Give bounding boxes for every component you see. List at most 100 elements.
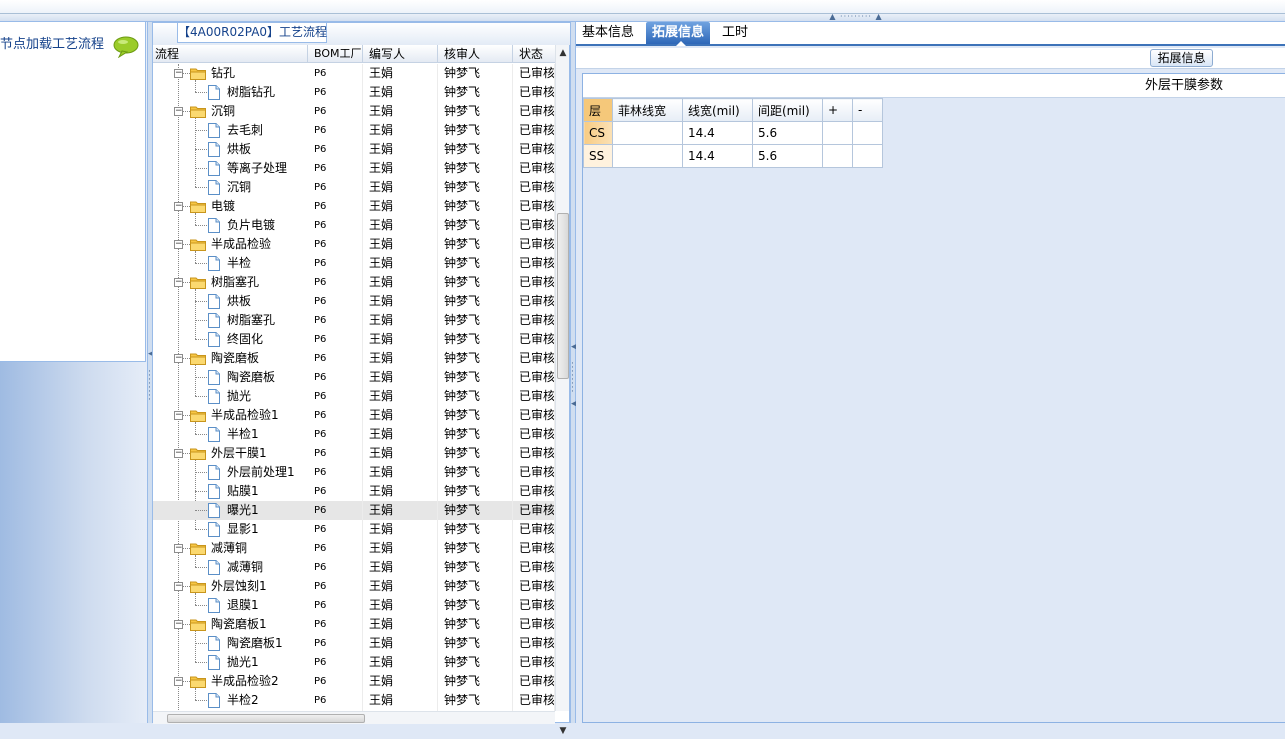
tree-node-cell[interactable]: 半检 <box>153 254 308 273</box>
tree-row[interactable]: 沉铜 P6 王娟 钟梦飞 已审核 <box>153 178 555 197</box>
param-cell-line-width[interactable]: 14.4 <box>682 144 753 168</box>
extended-info-button[interactable]: 拓展信息 <box>1150 49 1213 67</box>
tree-row[interactable]: 退膜1 P6 王娟 钟梦飞 已审核 <box>153 596 555 615</box>
param-header-layer[interactable]: 层 <box>583 98 613 122</box>
param-cell-minus[interactable] <box>852 144 883 168</box>
tree-node-cell[interactable]: 半检1 <box>153 425 308 444</box>
tree-row[interactable]: 外层前处理1 P6 王娟 钟梦飞 已审核 <box>153 463 555 482</box>
tree-node-cell[interactable]: − 半成品检验 <box>153 235 308 254</box>
param-cell-film[interactable] <box>612 121 683 145</box>
tree-row[interactable]: − 电镀 P6 王娟 钟梦飞 已审核 <box>153 197 555 216</box>
tree-node-cell[interactable]: − 电镀 <box>153 197 308 216</box>
collapse-toggle-icon[interactable]: − <box>174 107 183 116</box>
collapse-toggle-icon[interactable]: − <box>174 69 183 78</box>
tree-row[interactable]: 烘板 P6 王娟 钟梦飞 已审核 <box>153 292 555 311</box>
tree-node-cell[interactable]: 半检2 <box>153 691 308 710</box>
param-header-plus[interactable]: + <box>822 98 853 122</box>
collapse-toggle-icon[interactable]: − <box>174 278 183 287</box>
splitter-b-arrow2-icon[interactable]: ◀ <box>571 400 578 409</box>
collapse-toggle-icon[interactable]: − <box>174 202 183 211</box>
tree-row[interactable]: − 沉铜 P6 王娟 钟梦飞 已审核 <box>153 102 555 121</box>
tree-row[interactable]: 半检1 P6 王娟 钟梦飞 已审核 <box>153 425 555 444</box>
tree-node-cell[interactable]: 负片电镀 <box>153 216 308 235</box>
tree-row[interactable]: 半检2 P6 王娟 钟梦飞 已审核 <box>153 691 555 710</box>
param-row-cs[interactable]: CS 14.4 5.6 <box>583 121 883 145</box>
column-header-bom[interactable]: BOM工厂 <box>308 45 363 63</box>
tree-node-cell[interactable]: − 陶瓷磨板1 <box>153 615 308 634</box>
param-cell-plus[interactable] <box>822 144 853 168</box>
splitter-b-arrow-icon[interactable]: ◀ <box>571 343 578 352</box>
tree-node-cell[interactable]: 终固化 <box>153 330 308 349</box>
tree-row[interactable]: 负片电镀 P6 王娟 钟梦飞 已审核 <box>153 216 555 235</box>
tree-node-cell[interactable]: − 外层蚀刻1 <box>153 577 308 596</box>
tree-row[interactable]: 半检 P6 王娟 钟梦飞 已审核 <box>153 254 555 273</box>
tree-row[interactable]: − 钻孔 P6 王娟 钟梦飞 已审核 <box>153 64 555 83</box>
speech-bubble-icon[interactable] <box>113 36 139 58</box>
tree-node-cell[interactable]: 退膜1 <box>153 596 308 615</box>
column-header-reviewer[interactable]: 核审人 <box>438 45 513 63</box>
param-cell-plus[interactable] <box>822 121 853 145</box>
tree-row[interactable]: 抛光 P6 王娟 钟梦飞 已审核 <box>153 387 555 406</box>
collapse-toggle-icon[interactable]: − <box>174 582 183 591</box>
tree-node-cell[interactable]: 等离子处理 <box>153 159 308 178</box>
param-header-line-width[interactable]: 线宽(mil) <box>682 98 753 122</box>
tree-node-cell[interactable]: 减薄铜 <box>153 558 308 577</box>
tree-row[interactable]: 树脂钻孔 P6 王娟 钟梦飞 已审核 <box>153 83 555 102</box>
tree-node-cell[interactable]: − 陶瓷磨板 <box>153 349 308 368</box>
tree-node-cell[interactable]: 陶瓷磨板1 <box>153 634 308 653</box>
tab-basic-info[interactable]: 基本信息 <box>576 22 640 44</box>
column-header-process[interactable]: 流程 <box>153 45 308 63</box>
tree-vertical-scrollbar[interactable]: ▲ ▼ <box>555 45 570 736</box>
scroll-thumb[interactable] <box>557 213 569 379</box>
column-header-author[interactable]: 编写人 <box>363 45 438 63</box>
collapse-toggle-icon[interactable]: − <box>174 544 183 553</box>
tree-node-cell[interactable]: 陶瓷磨板 <box>153 368 308 387</box>
tree-node-cell[interactable]: 抛光 <box>153 387 308 406</box>
tree-row[interactable]: 树脂塞孔 P6 王娟 钟梦飞 已审核 <box>153 311 555 330</box>
param-cell-layer[interactable]: SS <box>583 144 613 168</box>
tree-row[interactable]: − 减薄铜 P6 王娟 钟梦飞 已审核 <box>153 539 555 558</box>
param-cell-film[interactable] <box>612 144 683 168</box>
collapse-toggle-icon[interactable]: − <box>174 449 183 458</box>
tree-node-cell[interactable]: 去毛刺 <box>153 121 308 140</box>
param-row-ss[interactable]: SS 14.4 5.6 <box>583 144 883 168</box>
tree-node-cell[interactable]: − 半成品检验2 <box>153 672 308 691</box>
tree-row[interactable]: 等离子处理 P6 王娟 钟梦飞 已审核 <box>153 159 555 178</box>
tree-row[interactable]: − 半成品检验1 P6 王娟 钟梦飞 已审核 <box>153 406 555 425</box>
tree-row[interactable]: − 外层蚀刻1 P6 王娟 钟梦飞 已审核 <box>153 577 555 596</box>
collapse-grip-handle[interactable]: ▲ ········· ▲ <box>822 13 890 21</box>
tree-row[interactable]: 抛光1 P6 王娟 钟梦飞 已审核 <box>153 653 555 672</box>
tree-row[interactable]: − 半成品检验 P6 王娟 钟梦飞 已审核 <box>153 235 555 254</box>
tree-node-cell[interactable]: − 减薄铜 <box>153 539 308 558</box>
tree-row[interactable]: − 外层干膜1 P6 王娟 钟梦飞 已审核 <box>153 444 555 463</box>
tree-node-cell[interactable]: − 钻孔 <box>153 64 308 83</box>
tree-node-cell[interactable]: 树脂钻孔 <box>153 83 308 102</box>
tree-node-cell[interactable]: 显影1 <box>153 520 308 539</box>
tree-node-cell[interactable]: 抛光1 <box>153 653 308 672</box>
tree-row[interactable]: 显影1 P6 王娟 钟梦飞 已审核 <box>153 520 555 539</box>
splitter-b-grip-icon[interactable]: · · · · · · · · <box>571 360 574 397</box>
tree-row[interactable]: − 树脂塞孔 P6 王娟 钟梦飞 已审核 <box>153 273 555 292</box>
tree-node-cell[interactable]: 树脂塞孔 <box>153 311 308 330</box>
param-cell-layer[interactable]: CS <box>583 121 613 145</box>
tree-row[interactable]: − 陶瓷磨板 P6 王娟 钟梦飞 已审核 <box>153 349 555 368</box>
tree-node-cell[interactable]: 烘板 <box>153 292 308 311</box>
tree-node-cell[interactable]: − 树脂塞孔 <box>153 273 308 292</box>
tree-node-cell[interactable]: 烘板 <box>153 140 308 159</box>
scroll-down-icon[interactable]: ▼ <box>556 723 570 739</box>
collapse-toggle-icon[interactable]: − <box>174 354 183 363</box>
tree-row[interactable]: 陶瓷磨板1 P6 王娟 钟梦飞 已审核 <box>153 634 555 653</box>
tree-node-cell[interactable]: 贴膜1 <box>153 482 308 501</box>
param-cell-minus[interactable] <box>852 121 883 145</box>
collapse-toggle-icon[interactable]: − <box>174 677 183 686</box>
param-cell-spacing[interactable]: 5.6 <box>752 121 823 145</box>
scroll-up-icon[interactable]: ▲ <box>556 45 570 61</box>
tree-row[interactable]: 陶瓷磨板 P6 王娟 钟梦飞 已审核 <box>153 368 555 387</box>
tree-node-cell[interactable]: − 沉铜 <box>153 102 308 121</box>
column-header-status[interactable]: 状态 <box>513 45 555 63</box>
splitter-grip-icon[interactable]: · · · · · · · · <box>148 368 151 405</box>
tree-node-cell[interactable]: 沉铜 <box>153 178 308 197</box>
tree-row[interactable]: − 半成品检验2 P6 王娟 钟梦飞 已审核 <box>153 672 555 691</box>
param-header-film-width[interactable]: 菲林线宽 <box>612 98 683 122</box>
splitter-arrow-icon[interactable]: ◀ <box>148 350 155 359</box>
